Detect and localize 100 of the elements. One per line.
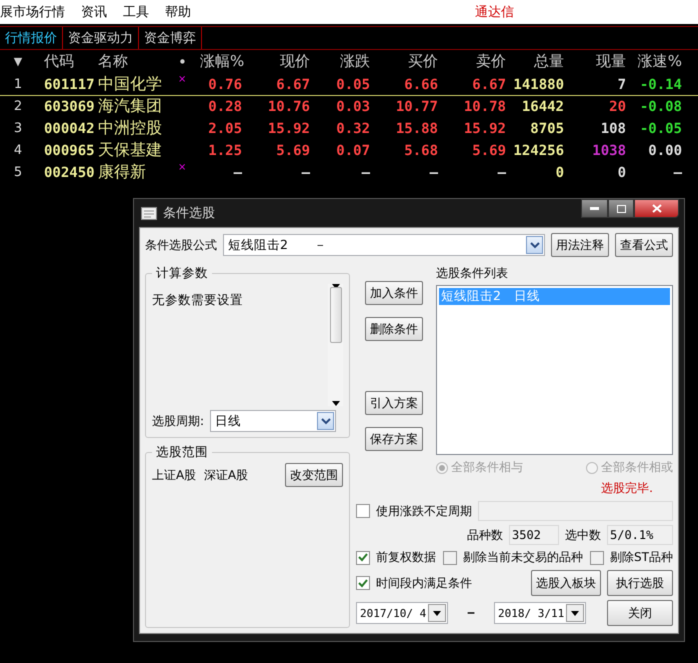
close-icon: [652, 204, 662, 213]
table-cell-text: 0.00: [647, 142, 682, 158]
table-cell-text: 8705: [529, 120, 564, 136]
table-cell-text: 0.05: [335, 76, 370, 92]
dialog-button[interactable]: 选股入板块: [531, 570, 601, 596]
scrollbar[interactable]: [328, 284, 343, 406]
menu-item[interactable]: 展市场行情: [0, 3, 73, 21]
stock-name: 中洲控股: [98, 118, 163, 139]
dialog-button[interactable]: 执行选股: [607, 570, 673, 596]
table-cell-text: 15.92: [266, 120, 310, 136]
table-cell-text: 0.28: [207, 98, 242, 114]
table-cell-text: 5.69: [275, 142, 310, 158]
row-number: 1: [12, 77, 24, 92]
stock-code: 000965: [43, 142, 96, 158]
checkbox[interactable]: [590, 550, 604, 564]
field-label: 选股周期:: [152, 412, 204, 430]
flag-mark: ×: [178, 162, 188, 173]
stock-name: 康得新: [98, 162, 147, 183]
date-picker[interactable]: 2017/10/ 4: [356, 602, 448, 624]
table-cell-text: 0.76: [207, 76, 242, 92]
column-header[interactable]: 名称: [98, 52, 178, 71]
group-title: 计算参数: [155, 265, 209, 282]
table-cell-text: –: [672, 164, 682, 180]
checkbox[interactable]: [443, 550, 458, 564]
selected-row[interactable]: 1 601117 中国化学 × 0.76 6.67 0.05 6.66 6.67 141880 7 -0.14: [0, 74, 698, 96]
table-cell-text: –: [232, 164, 242, 180]
table-cell-text: 15.92: [462, 120, 506, 136]
stock-name: 海汽集团: [98, 96, 163, 117]
table-cell-text: 10.76: [266, 98, 310, 114]
table-cell-text: 6.67: [275, 76, 310, 92]
checkbox-label: 前复权数据: [376, 549, 436, 566]
field-label: 条件选股公式: [145, 236, 217, 254]
column-header[interactable]: 涨跌: [310, 52, 370, 71]
menu-item[interactable]: 帮助: [157, 3, 199, 21]
column-header[interactable]: 卖价: [438, 52, 506, 71]
table-cell-text: -0.05: [638, 120, 682, 136]
checkbox-label: 剔除当前未交易的品种: [463, 549, 584, 566]
column-header[interactable]: 买价: [370, 52, 438, 71]
column-header[interactable]: 总量: [506, 52, 564, 71]
dialog-button[interactable]: 引入方案: [365, 391, 423, 415]
window-app-icon: [141, 206, 157, 220]
table-cell-text: 1.25: [207, 142, 242, 158]
field-label: 选中数: [565, 526, 601, 544]
radio-label: 全部条件相与: [451, 459, 523, 476]
table-cell-text: 0: [616, 164, 626, 180]
table-cell-text: 1038: [591, 142, 626, 158]
table-cell-text: 15.88: [394, 120, 438, 136]
menu-item[interactable]: 工具: [115, 3, 157, 21]
close-button[interactable]: [634, 199, 679, 218]
checkbox-label: 剔除ST品种: [610, 549, 673, 566]
checkbox-label: 使用涨跌不定周期: [376, 502, 472, 520]
table-cell-text: –: [496, 164, 506, 180]
checkbox[interactable]: [356, 504, 370, 518]
table-cell-text: 16442: [520, 98, 564, 114]
checkbox[interactable]: [356, 576, 370, 590]
period-field[interactable]: [478, 501, 673, 521]
scope-text: 上证A股 深证A股: [152, 466, 248, 484]
table-cell-text: 10.77: [394, 98, 438, 114]
field-label: 品种数: [467, 526, 503, 544]
table-cell-text: 20: [608, 98, 626, 114]
column-header[interactable]: 涨速%: [626, 52, 682, 71]
maximize-icon: [616, 204, 626, 212]
row-number: 3: [12, 121, 24, 136]
count-field: 3502: [509, 525, 559, 545]
dialog-button[interactable]: 改变范围: [285, 463, 343, 487]
checkbox[interactable]: [356, 550, 370, 564]
minimize-button[interactable]: [581, 199, 608, 218]
dialog-button[interactable]: 保存方案: [365, 427, 423, 451]
status-text: 选股完毕.: [601, 480, 653, 497]
column-header[interactable]: 涨幅%: [200, 52, 242, 71]
table-cell-text: –: [360, 164, 370, 180]
column-header[interactable]: 现量: [564, 52, 626, 71]
stock-code: 002450: [43, 164, 96, 180]
column-header[interactable]: 代码: [36, 52, 98, 71]
table-cell-text: 10.78: [462, 98, 506, 114]
maximize-button[interactable]: [608, 199, 634, 218]
dialog-button[interactable]: 关闭: [607, 600, 673, 626]
stock-name: 中国化学: [98, 74, 163, 95]
table-cell-text: 6.66: [403, 76, 438, 92]
date-separator: －: [464, 604, 478, 622]
table-cell-text: -0.08: [638, 98, 682, 114]
table-cell-text: 108: [600, 120, 626, 136]
period-dropdown[interactable]: 日线: [210, 410, 336, 432]
dialog-button[interactable]: 用法注释: [551, 233, 609, 257]
dialog-button[interactable]: 加入条件: [365, 281, 423, 305]
row-number: 2: [12, 99, 24, 114]
list-title: 选股条件列表: [436, 265, 509, 282]
menu-item[interactable]: 资讯: [73, 3, 115, 21]
sort-header[interactable]: ▼: [0, 55, 36, 68]
column-header[interactable]: •: [178, 52, 200, 70]
checkbox-label: 时间段内满足条件: [376, 574, 472, 592]
formula-dropdown[interactable]: 短线阻击2 －: [223, 234, 545, 256]
table-cell-text: 5.69: [471, 142, 506, 158]
table-cell-text: 124256: [512, 142, 564, 158]
row-number: 5: [12, 165, 24, 180]
dialog-button[interactable]: 查看公式: [615, 233, 673, 257]
date-picker[interactable]: 2018/ 3/11: [494, 602, 586, 624]
table-cell-text: -0.14: [638, 76, 682, 92]
column-header[interactable]: 现价: [242, 52, 310, 71]
dialog-button[interactable]: 删除条件: [365, 317, 423, 341]
